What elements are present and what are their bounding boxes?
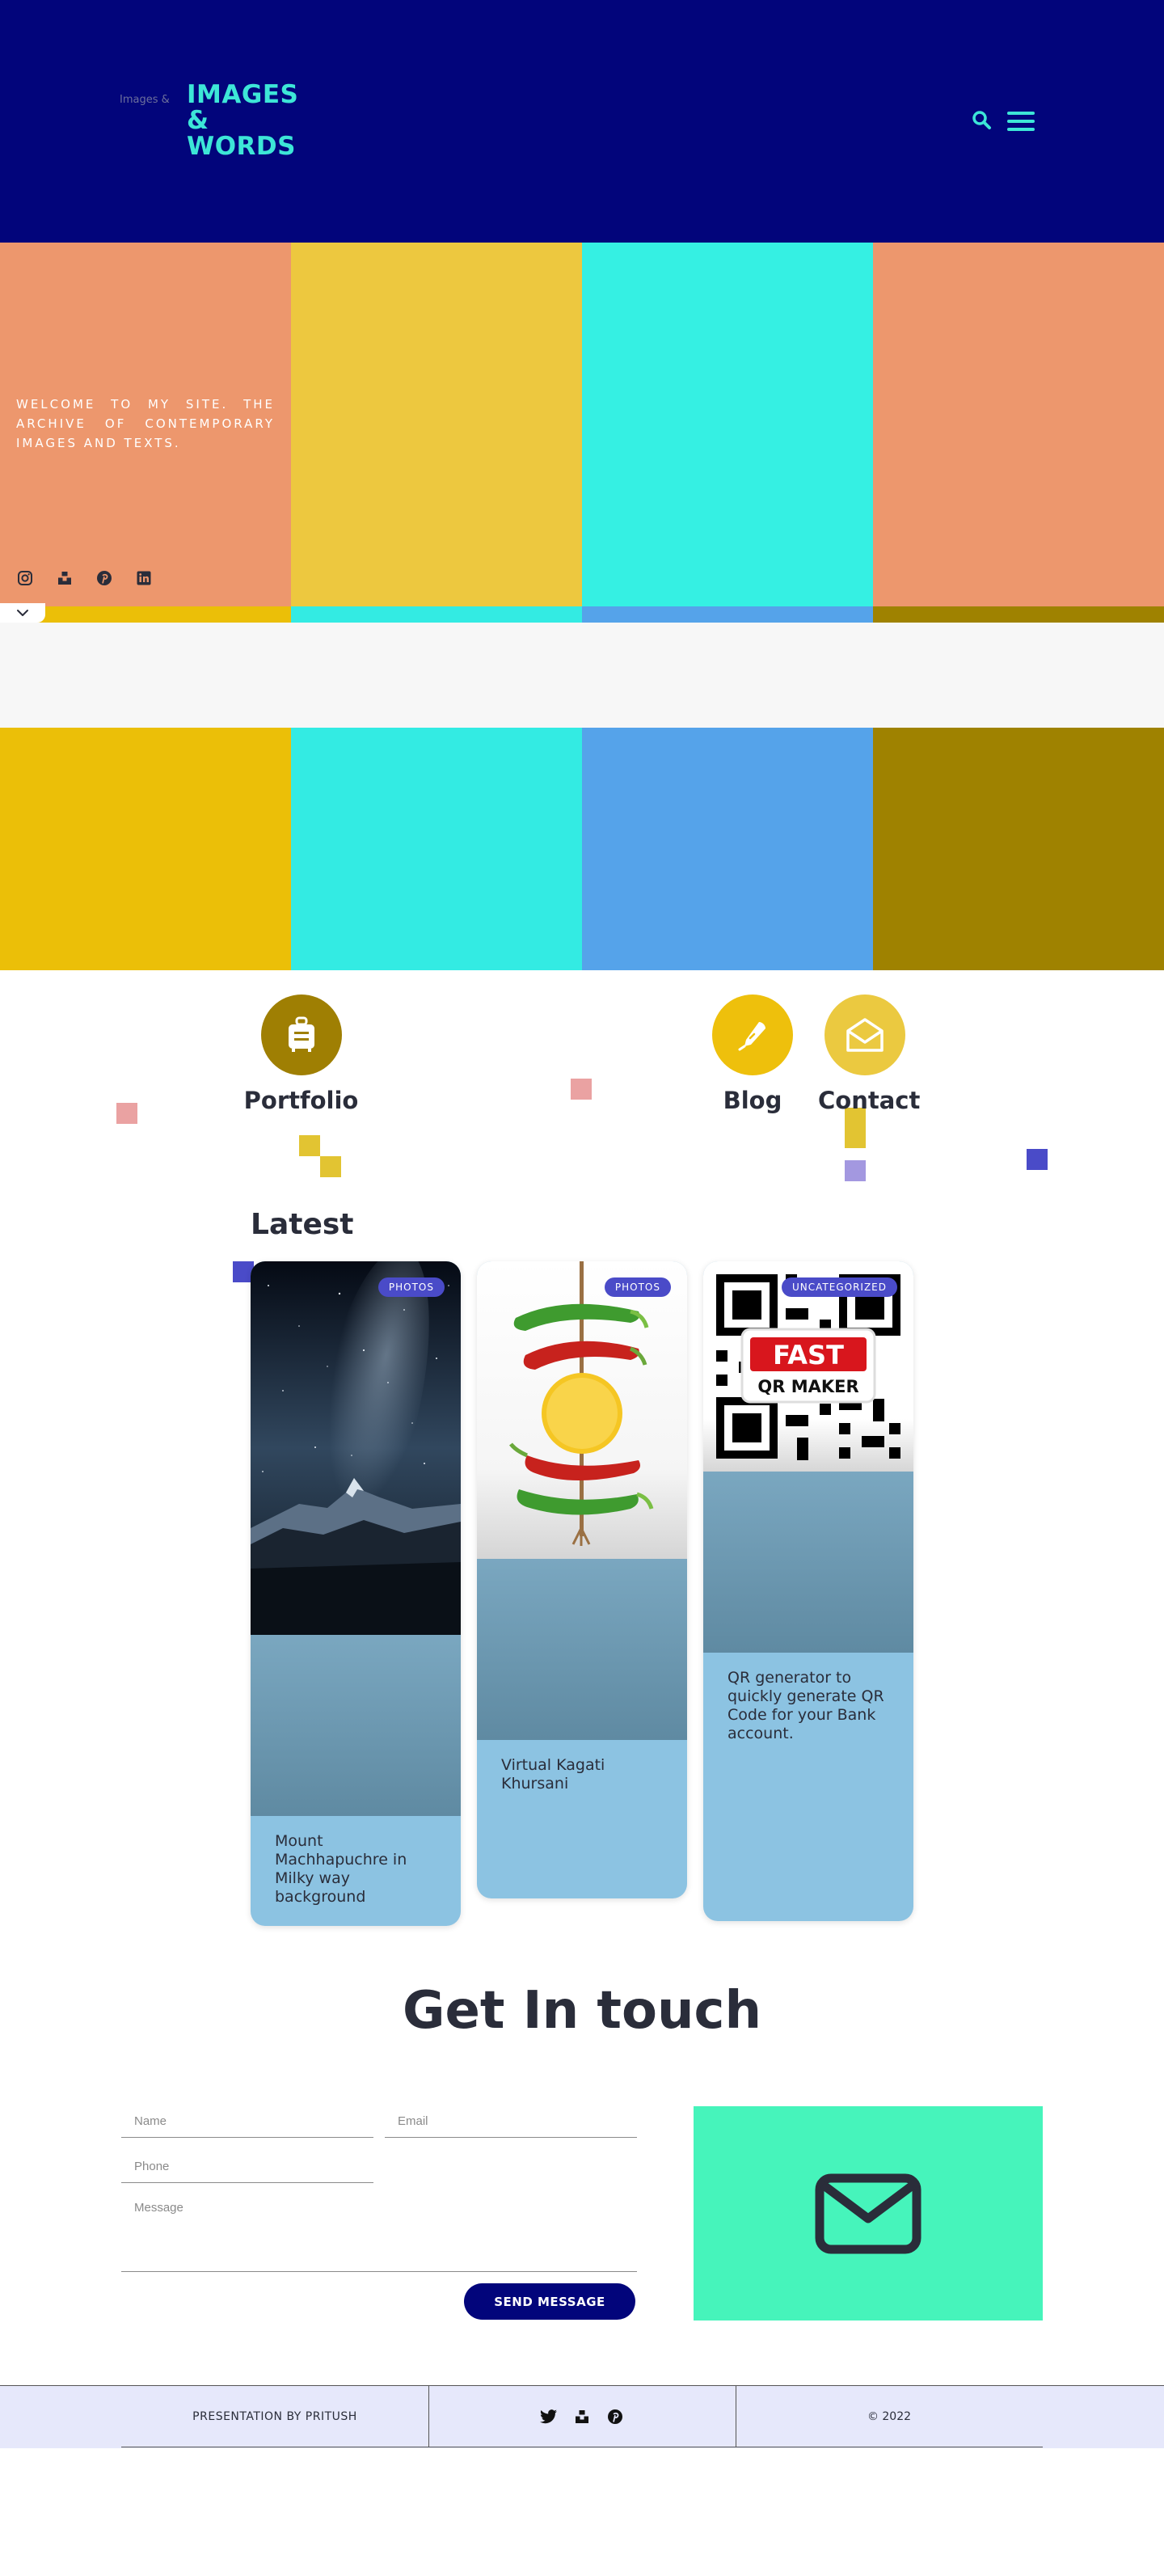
- email-field[interactable]: [385, 2105, 637, 2138]
- envelope-open-icon: [824, 995, 905, 1075]
- qr-image-text-maker: QR MAKER: [757, 1377, 858, 1396]
- post-card[interactable]: PHOTOS Mount Machhapuchre in Milky way b…: [251, 1261, 461, 1926]
- post-card-title[interactable]: Virtual Kagati Khursani: [477, 1740, 687, 1898]
- post-card-overlay: [251, 1635, 461, 1816]
- footer-copyright: © 2022: [867, 2409, 912, 2423]
- decor-square: [845, 1160, 866, 1181]
- unsplash-icon[interactable]: [56, 569, 74, 587]
- post-card-overlay: [703, 1472, 913, 1653]
- name-field[interactable]: [121, 2105, 373, 2138]
- search-icon[interactable]: [972, 110, 993, 131]
- site-header: Images & Words IMAGES & WORDS: [0, 0, 1164, 243]
- qr-image-text-fast: FAST: [773, 1340, 844, 1370]
- suitcase-icon: [260, 995, 342, 1075]
- hero-tile-aqua: [582, 243, 873, 606]
- hero-mosaic: WELCOME TO MY SITE. THE ARCHIVE OF CONTE…: [0, 243, 1164, 970]
- decor-square: [116, 1103, 137, 1124]
- nav-portfolio[interactable]: Portfolio: [242, 995, 360, 1114]
- pinterest-icon[interactable]: [95, 569, 113, 587]
- nav-blog-label: Blog: [723, 1087, 782, 1114]
- nav-portfolio-label: Portfolio: [243, 1087, 359, 1114]
- logo-line-3: WORDS: [187, 132, 296, 161]
- envelope-icon: [815, 2173, 922, 2253]
- logo-image-broken[interactable]: Images & Words: [120, 94, 179, 150]
- welcome-text: WELCOME TO MY SITE. THE ARCHIVE OF CONTE…: [16, 397, 275, 450]
- chili-lemon-skewer-image: [477, 1261, 687, 1559]
- footer-credit: PRESENTATION BY PRITUSH: [192, 2409, 357, 2423]
- latest-heading: Latest: [251, 1208, 354, 1241]
- post-card-title[interactable]: Mount Machhapuchre in Milky way backgrou…: [251, 1816, 461, 1926]
- hero-social-links: [16, 569, 153, 587]
- linkedin-icon[interactable]: [135, 569, 153, 587]
- post-card-badge[interactable]: PHOTOS: [604, 1277, 671, 1297]
- post-card-image-mountain: PHOTOS: [251, 1261, 461, 1635]
- post-card-badge[interactable]: PHOTOS: [377, 1277, 445, 1297]
- site-footer: PRESENTATION BY PRITUSH © 2022: [0, 2385, 1164, 2448]
- chevron-down-icon[interactable]: [0, 603, 45, 623]
- decor-square: [1027, 1149, 1048, 1170]
- mountain-night-sky-image: [251, 1261, 461, 1635]
- site-logo[interactable]: IMAGES & WORDS: [187, 82, 298, 159]
- footer-social-links: [428, 2386, 736, 2447]
- post-card-overlay: [477, 1559, 687, 1740]
- pen-icon: [712, 995, 793, 1075]
- post-card-image-chili: PHOTOS: [477, 1261, 687, 1559]
- instagram-icon[interactable]: [16, 569, 34, 587]
- decor-square: [299, 1135, 320, 1156]
- post-card-badge[interactable]: UNCATEGORIZED: [782, 1277, 897, 1297]
- post-card-image-qr: FAST QR MAKER UNCATEGORIZED: [703, 1261, 913, 1472]
- get-in-touch-heading: Get In touch: [402, 1981, 762, 2041]
- hamburger-menu-icon[interactable]: [1007, 110, 1035, 133]
- hero-divider-band: [0, 623, 1164, 728]
- contact-mail-panel: [694, 2106, 1043, 2321]
- pinterest-icon[interactable]: [606, 2408, 624, 2426]
- post-card[interactable]: PHOTOS Virtual Kagati Khursani: [477, 1261, 687, 1898]
- twitter-icon[interactable]: [540, 2408, 558, 2426]
- hero-tile-yellow: [291, 243, 582, 606]
- decor-square: [571, 1079, 592, 1100]
- phone-field[interactable]: [121, 2151, 373, 2183]
- message-field[interactable]: [121, 2196, 637, 2272]
- decor-square: [320, 1156, 341, 1177]
- post-card[interactable]: FAST QR MAKER UNCATEGORIZED QR generator…: [703, 1261, 913, 1921]
- post-card-title[interactable]: QR generator to quickly generate QR Code…: [703, 1653, 913, 1921]
- logo-alt-text: Images & Words: [120, 94, 171, 106]
- hero-tile-salmon-2: [873, 243, 1164, 606]
- nav-contact-label: Contact: [818, 1087, 921, 1114]
- unsplash-icon[interactable]: [573, 2408, 591, 2426]
- logo-line-1: IMAGES: [187, 80, 299, 109]
- send-message-button[interactable]: SEND MESSAGE: [464, 2283, 635, 2320]
- logo-line-2: &: [187, 106, 209, 135]
- nav-blog[interactable]: Blog: [712, 995, 793, 1114]
- nav-contact[interactable]: Contact: [818, 995, 921, 1114]
